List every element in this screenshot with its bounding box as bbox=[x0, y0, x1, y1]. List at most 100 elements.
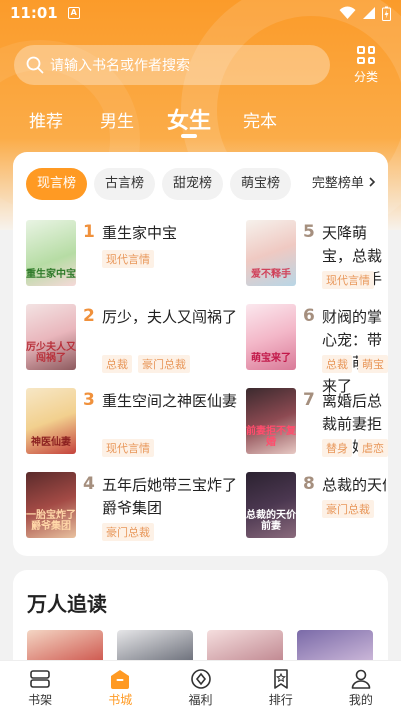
book-item[interactable]: 重生家中宝 1 重生家中宝 现代言情 bbox=[26, 220, 246, 290]
cover-title: 厉少夫人又闯祸了 bbox=[26, 342, 76, 364]
welfare-icon bbox=[160, 667, 240, 691]
book-tag: 替身 bbox=[322, 439, 352, 457]
book-tag: 现代言情 bbox=[102, 439, 154, 457]
cover-title: 爱不释手 bbox=[251, 269, 291, 280]
cover-title: 前妻拒不复婚 bbox=[246, 426, 296, 448]
cover-title: 萌宝来了 bbox=[251, 353, 291, 364]
nav-label: 福利 bbox=[188, 693, 213, 707]
book-tags: 替身 虐恋 bbox=[322, 439, 388, 457]
book-tags: 总裁 萌宝 bbox=[322, 355, 388, 373]
book-tag: 总裁 bbox=[322, 355, 352, 373]
ranking-card: 现言榜 古言榜 甜宠榜 萌宝榜 完整榜单 重生家中宝 1 重生家中宝 现代言情 … bbox=[13, 152, 388, 556]
book-tag: 豪门总裁 bbox=[102, 523, 154, 541]
nav-bookshelf[interactable]: 书架 bbox=[0, 661, 80, 714]
book-tag: 总裁 bbox=[102, 355, 132, 373]
cover-title: 重生家中宝 bbox=[26, 269, 76, 280]
signal-icon bbox=[363, 7, 375, 19]
book-cover: 厉少夫人又闯祸了 bbox=[26, 304, 76, 370]
book-cover: 萌宝来了 bbox=[246, 304, 296, 370]
nav-profile[interactable]: 我的 bbox=[321, 661, 401, 714]
ranking-chips: 现言榜 古言榜 甜宠榜 萌宝榜 bbox=[26, 168, 292, 200]
tab-recommend[interactable]: 推荐 bbox=[29, 107, 63, 132]
book-tag: 豪门总裁 bbox=[322, 500, 374, 518]
rank-number: 5 bbox=[303, 222, 315, 242]
book-tags: 豪门总裁 bbox=[102, 523, 154, 541]
search-placeholder: 请输入书名或作者搜索 bbox=[50, 58, 190, 74]
chevron-right-icon bbox=[369, 177, 376, 187]
grid-icon bbox=[357, 46, 375, 64]
cover-title: 神医仙妻 bbox=[31, 437, 71, 448]
book-tags: 现代言情 bbox=[102, 250, 154, 268]
tab-finished[interactable]: 完本 bbox=[243, 107, 277, 132]
bookshelf-icon bbox=[0, 667, 80, 691]
rank-number: 3 bbox=[83, 390, 95, 410]
book-item[interactable]: 神医仙妻 3 重生空间之神医仙妻 现代言情 bbox=[26, 388, 246, 458]
book-title: 财阀的掌心宠：带三个萌宝来了 bbox=[322, 308, 383, 395]
ranking-right-column: 爱不释手 5 天降萌宝，总裁爱不释手 现代言情 萌宝来了 6 财阀的掌心宠：带三… bbox=[246, 212, 388, 552]
chip-modern-romance[interactable]: 现言榜 bbox=[26, 168, 88, 200]
nav-label: 我的 bbox=[348, 693, 373, 707]
cover-title: 总裁的天价前妻 bbox=[246, 510, 296, 532]
status-time: 11:01 bbox=[10, 4, 58, 22]
book-item[interactable]: 一胎宝炸了爵爷集团 4 五年后她带三宝炸了爵爷集团 豪门总裁 bbox=[26, 472, 246, 542]
chip-ancient-romance[interactable]: 古言榜 bbox=[94, 168, 156, 200]
nav-label: 书架 bbox=[28, 693, 53, 707]
book-cover: 爱不释手 bbox=[246, 220, 296, 286]
nav-bookstore[interactable]: 书城 bbox=[80, 661, 160, 714]
rank-number: 2 bbox=[83, 306, 95, 326]
book-tags: 现代言情 bbox=[102, 439, 154, 457]
chip-cute-baby[interactable]: 萌宝榜 bbox=[230, 168, 292, 200]
bookstore-icon bbox=[80, 667, 160, 691]
book-cover: 前妻拒不复婚 bbox=[246, 388, 296, 454]
battery-icon bbox=[382, 6, 391, 21]
book-item[interactable]: 爱不释手 5 天降萌宝，总裁爱不释手 现代言情 bbox=[246, 220, 388, 290]
classify-label: 分类 bbox=[353, 70, 378, 84]
book-tags: 现代言情 bbox=[322, 271, 374, 289]
book-item[interactable]: 总裁的天价前妻 8 总裁的天价前妻 豪门总裁 bbox=[246, 472, 388, 542]
nav-welfare[interactable]: 福利 bbox=[160, 661, 240, 714]
book-item[interactable]: 前妻拒不复婚 7 离婚后总裁前妻拒不复婚 替身 虐恋 bbox=[246, 388, 388, 458]
chip-sweet-pet[interactable]: 甜宠榜 bbox=[162, 168, 224, 200]
book-title: 重生家中宝 bbox=[102, 224, 178, 242]
full-list-label: 完整榜单 bbox=[311, 176, 364, 191]
nav-ranking[interactable]: 排行 bbox=[241, 661, 321, 714]
book-tag: 萌宝 bbox=[358, 355, 388, 373]
full-list-link[interactable]: 完整榜单 bbox=[312, 168, 376, 200]
tab-female[interactable]: 女生 bbox=[167, 103, 211, 135]
rank-number: 7 bbox=[303, 390, 315, 410]
book-cover: 一胎宝炸了爵爷集团 bbox=[26, 472, 76, 538]
book-cover: 总裁的天价前妻 bbox=[246, 472, 296, 538]
ranking-icon bbox=[241, 667, 321, 691]
status-bar: 11:01 A bbox=[0, 0, 401, 26]
channel-tabs: 推荐 男生 女生 完本 bbox=[0, 100, 401, 140]
search-bar[interactable]: 请输入书名或作者搜索 bbox=[14, 45, 330, 85]
book-title: 总裁的天价前妻 bbox=[322, 476, 386, 494]
nav-label: 书城 bbox=[108, 693, 133, 707]
bottom-navigation: 书架 书城 福利 排行 我的 bbox=[0, 660, 401, 714]
tab-male[interactable]: 男生 bbox=[100, 107, 134, 132]
tab-indicator bbox=[181, 134, 197, 138]
book-tags: 总裁 豪门总裁 bbox=[102, 355, 190, 373]
section-title: 万人追读 bbox=[27, 592, 107, 616]
rank-number: 6 bbox=[303, 306, 315, 326]
wifi-icon bbox=[339, 6, 356, 19]
book-cover: 神医仙妻 bbox=[26, 388, 76, 454]
book-cover: 重生家中宝 bbox=[26, 220, 76, 286]
book-title: 厉少，夫人又闯祸了 bbox=[102, 308, 238, 326]
book-title: 重生空间之神医仙妻 bbox=[102, 392, 238, 410]
book-title: 五年后她带三宝炸了爵爷集团 bbox=[102, 476, 238, 517]
rank-number: 8 bbox=[303, 474, 315, 494]
cover-title: 一胎宝炸了爵爷集团 bbox=[26, 510, 76, 532]
book-tag: 现代言情 bbox=[322, 271, 374, 289]
rank-number: 4 bbox=[83, 474, 95, 494]
nav-label: 排行 bbox=[268, 693, 293, 707]
profile-icon bbox=[321, 667, 401, 691]
notification-badge: A bbox=[67, 7, 80, 19]
book-item[interactable]: 厉少夫人又闯祸了 2 厉少，夫人又闯祸了 总裁 豪门总裁 bbox=[26, 304, 246, 374]
book-tag: 虐恋 bbox=[358, 439, 388, 457]
book-tag: 豪门总裁 bbox=[138, 355, 190, 373]
search-icon bbox=[26, 56, 44, 74]
book-tags: 豪门总裁 bbox=[322, 500, 374, 518]
book-item[interactable]: 萌宝来了 6 财阀的掌心宠：带三个萌宝来了 总裁 萌宝 bbox=[246, 304, 388, 395]
classify-button[interactable]: 分类 bbox=[348, 44, 384, 85]
